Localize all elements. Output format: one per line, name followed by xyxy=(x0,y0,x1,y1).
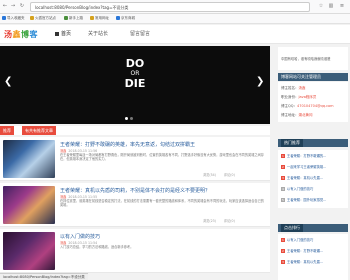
carousel-dots xyxy=(125,116,135,121)
recommend-item[interactable]: 5 王者荣耀：国外玩家感觉... xyxy=(281,197,326,202)
bookmark-icon xyxy=(2,16,6,20)
contact-row: 博主QQ：470104704@qq.com xyxy=(281,104,334,108)
bookmark-firefox[interactable]: 火狐官方站点 xyxy=(30,16,56,21)
reload-icon[interactable]: ↻ xyxy=(19,3,25,10)
notice-text: 中国有嘻哈，谁有嘻哈我就嘻谁爸 xyxy=(281,57,331,61)
article-thumbnail[interactable] xyxy=(3,140,55,178)
browser-toolbar: ← → ↻ localhost:8080/PersonBlog/index?ta… xyxy=(0,0,350,14)
article-card[interactable]: 以有入门做的技巧 汤鑫 2018-03-15 11:54 入门技巧总结，学习的方… xyxy=(0,229,270,273)
bookmarks-bar: 导入收藏夹 火狐官方站点 新手上路 常用网址 京东商城 xyxy=(0,14,350,24)
ranking-heading: 点击排行 xyxy=(278,224,348,232)
bookmark-icon xyxy=(30,16,34,20)
article-thumbnail[interactable] xyxy=(3,232,55,270)
article-summary: 在排位赛里，谁英雄在前线是否稳定的打法，在前线的打法需要有一套完整的路线和体系，… xyxy=(60,199,264,208)
article-card[interactable]: 王者荣耀：打野不敢碾的英雄，率先无意返，勾结过双拼霸王 汤鑫 2018-03-1… xyxy=(0,137,270,181)
status-bar: localhost:8080/PersonBlog/index?tag=不设分类 xyxy=(0,273,88,280)
bookmark-icon xyxy=(64,16,68,20)
contact-row: 职业身份：Java程序员 xyxy=(281,95,317,99)
carousel-dot[interactable] xyxy=(125,117,128,120)
contact-heading: 博客网站可关注管理员 xyxy=(278,73,348,81)
home-icon xyxy=(55,31,59,36)
ranking-item[interactable]: 2 王者荣耀：打野不敢碾... xyxy=(281,248,323,253)
bookmark-icon xyxy=(90,16,94,20)
bookmark-newbie[interactable]: 新手上路 xyxy=(64,16,83,21)
back-icon[interactable]: ← xyxy=(2,3,8,10)
article-summary: 在王者荣耀里每逢一场对局都有打野角色，刚开局就被判断时，位置的英雄各有不同，打野… xyxy=(60,153,264,162)
article-summary: 入门技巧总结，学习的方法和路线，适合新手参考。 xyxy=(60,245,134,249)
recommend-item[interactable]: 3 王者荣耀：真机以先盾... xyxy=(281,175,323,180)
article-stats: 浏览(23) 评论(0) xyxy=(203,219,235,223)
recommend-item[interactable]: 1 王者荣耀：打野不敢碾的... xyxy=(281,153,326,158)
bookmark-common[interactable]: 常用网址 xyxy=(90,16,109,21)
forward-icon[interactable]: → xyxy=(10,3,16,10)
contact-row: 博主地址：湖北黄冈 xyxy=(281,113,313,117)
ranking-item[interactable]: 3 王者荣耀：真机以先盾... xyxy=(281,259,323,264)
address-bar[interactable]: localhost:8080/PersonBlog/index?tag=不设分类 xyxy=(30,2,310,12)
recommend-list: 1 王者荣耀：打野不敢碾的... 2 一起来学习王者荣耀英雄... 3 王者荣耀：真机… xyxy=(278,150,348,208)
contact-row: 博主姓名：汤鑫 xyxy=(281,86,306,90)
article-title[interactable]: 王者荣耀：真机以先盾的司莉，不别是体不会打的是经义不要更明？ xyxy=(60,187,210,194)
article-title[interactable]: 以有入门做的技巧 xyxy=(60,233,100,240)
article-card[interactable]: 王者荣耀：真机以先盾的司莉，不别是体不会打的是经义不要更明？ 汤鑫 2018-0… xyxy=(0,183,270,227)
recommend-item[interactable]: 4 以有入门做的技巧 xyxy=(281,186,313,191)
site-logo[interactable]: 汤鑫博客 xyxy=(4,29,38,40)
carousel-dot[interactable] xyxy=(130,117,133,120)
sidebar-notice: 中国有嘻哈，谁有嘻哈我就嘻谁爸 xyxy=(278,47,348,70)
hero-carousel[interactable]: DO OR DIE ❮ ❯ xyxy=(0,46,270,124)
bookmark-jd[interactable]: 京东商城 xyxy=(116,16,135,21)
article-stats: 浏览(54) 评论(0) xyxy=(203,173,235,177)
library-icon[interactable]: ▥ xyxy=(328,3,334,10)
url-text: localhost:8080/PersonBlog/index?tag=不设分类 xyxy=(35,5,129,10)
site-header: 汤鑫博客 首页 关于站长 留言留言 xyxy=(0,25,350,44)
bookmark-import[interactable]: 导入收藏夹 xyxy=(2,16,25,21)
recommend-bar: 推荐 有共有推荐文章 xyxy=(0,126,270,135)
carousel-prev-icon[interactable]: ❮ xyxy=(4,76,12,87)
bookmark-icon xyxy=(116,16,120,20)
ranking-list: 1 以有入门做的技巧 2 王者荣耀：打野不敢碾... 3 王者荣耀：真机以先盾... xyxy=(278,234,348,280)
recommend-heading: 热门推荐 xyxy=(278,139,348,147)
recommend-text: 有共有推荐文章 xyxy=(22,126,56,135)
article-title[interactable]: 王者荣耀：打野不敢碾的英雄，率先无意返，勾结过双拼霸王 xyxy=(60,141,195,148)
star-icon[interactable]: ☆ xyxy=(318,3,324,10)
nav-about[interactable]: 关于站长 xyxy=(88,30,108,37)
menu-icon[interactable]: ≡ xyxy=(339,3,345,10)
article-thumbnail[interactable] xyxy=(3,186,55,224)
recommend-badge: 推荐 xyxy=(0,126,14,135)
nav-home[interactable]: 首页 xyxy=(55,30,71,37)
contact-box: 博主姓名：汤鑫 职业身份：Java程序员 博主QQ：470104704@qq.c… xyxy=(278,82,348,122)
carousel-next-icon[interactable]: ❯ xyxy=(256,76,264,87)
ranking-item[interactable]: 1 以有入门做的技巧 xyxy=(281,237,313,242)
recommend-item[interactable]: 2 一起来学习王者荣耀英雄... xyxy=(281,164,326,169)
nav-guestbook[interactable]: 留言留言 xyxy=(130,30,150,37)
hero-text: DO OR DIE xyxy=(124,57,146,90)
